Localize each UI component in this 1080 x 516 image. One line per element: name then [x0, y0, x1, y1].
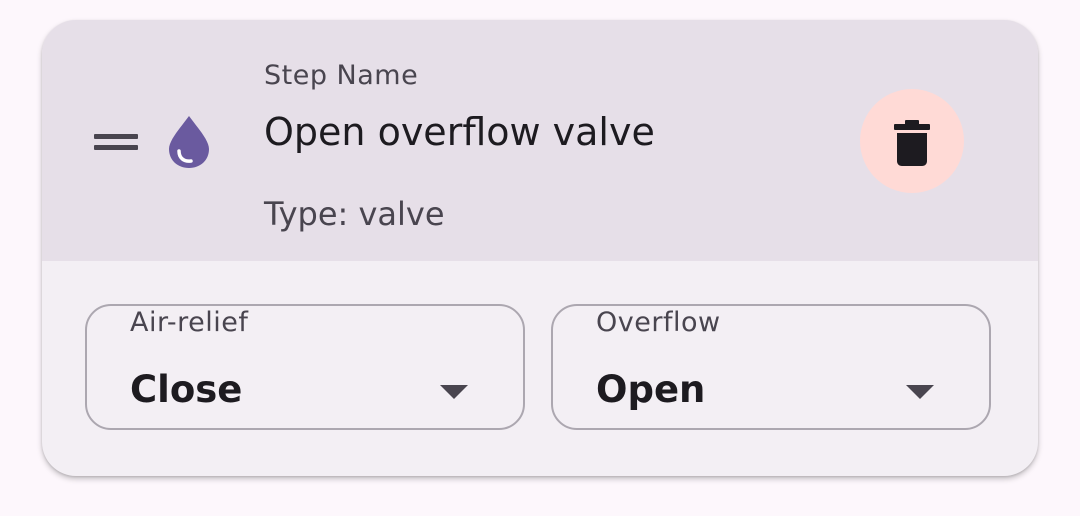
drag-handle-icon[interactable]	[94, 133, 138, 153]
step-type-text: Type: valve	[264, 195, 445, 233]
delete-step-button[interactable]	[860, 89, 964, 193]
step-name-label: Step Name	[264, 60, 419, 91]
water-drop-icon	[166, 114, 212, 170]
air-relief-dropdown[interactable]: Air-relief Close	[85, 304, 525, 430]
air-relief-label: Air-relief	[130, 307, 249, 338]
trash-icon	[894, 120, 930, 166]
step-header: Step Name Open overflow valve Type: valv…	[42, 20, 1038, 261]
overflow-value: Open	[596, 368, 706, 411]
step-card: Step Name Open overflow valve Type: valv…	[42, 20, 1038, 476]
dropdown-arrow-icon[interactable]	[906, 385, 934, 399]
overflow-dropdown[interactable]: Overflow Open	[551, 304, 991, 430]
dropdown-arrow-icon[interactable]	[440, 385, 468, 399]
overflow-label: Overflow	[596, 307, 721, 338]
air-relief-value: Close	[130, 368, 243, 411]
step-name-value[interactable]: Open overflow valve	[264, 110, 655, 154]
